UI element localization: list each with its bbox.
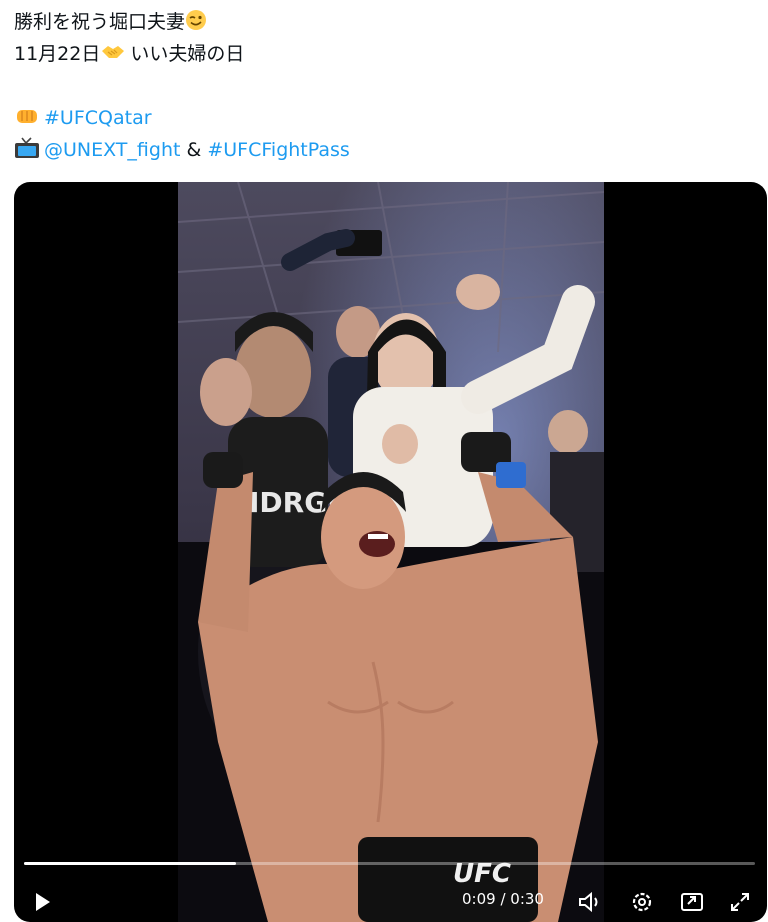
hashtag-ufcfightpass-link[interactable]: #UFCFightPass <box>207 139 349 161</box>
progress-fill <box>24 862 236 865</box>
mention-unext-fight-link[interactable]: @UNEXT_fight <box>44 139 180 161</box>
settings-button[interactable] <box>628 888 656 916</box>
time-display: 0:09 / 0:30 <box>462 890 544 908</box>
handshake-emoji-icon <box>100 41 126 73</box>
volume-icon <box>579 891 598 913</box>
tweet-line-2: 11月22日 いい夫婦の日 <box>14 38 754 70</box>
wink-emoji-icon <box>185 9 207 41</box>
play-icon <box>36 893 50 911</box>
pip-icon <box>681 893 703 911</box>
tweet-caption: 勝利を祝う堀口夫妻 <box>14 11 186 33</box>
hashtag-ufcqatar-link[interactable]: #UFCQatar <box>44 107 152 129</box>
progress-bar[interactable] <box>24 862 755 865</box>
volume-button[interactable] <box>576 888 604 916</box>
tweet-text: 勝利を祝う堀口夫妻 11月22日 いい夫婦の日 #UFCQatar @UNEXT… <box>14 6 754 166</box>
tweet-day-text: いい夫婦の日 <box>130 43 245 65</box>
video-frame[interactable]: HDRGU UFC <box>178 182 604 922</box>
tweet-line-hashtag: #UFCQatar <box>14 102 754 134</box>
tweet-date: 11月22日 <box>14 43 101 65</box>
tweet-line-broadcast: @UNEXT_fight & #UFCFightPass <box>14 134 754 166</box>
video-controls: 0:09 / 0:30 <box>14 882 767 922</box>
ampersand: & <box>186 139 202 161</box>
play-button[interactable] <box>28 888 56 916</box>
fullscreen-icon <box>731 893 749 911</box>
tv-emoji-icon <box>14 137 40 169</box>
fist-emoji-icon <box>14 105 40 137</box>
video-player[interactable]: HDRGU UFC 0:09 / 0:30 <box>14 182 767 922</box>
settings-icon <box>632 892 652 912</box>
tweet-line-1: 勝利を祝う堀口夫妻 <box>14 6 754 38</box>
pip-button[interactable] <box>678 888 706 916</box>
fullscreen-button[interactable] <box>726 888 754 916</box>
